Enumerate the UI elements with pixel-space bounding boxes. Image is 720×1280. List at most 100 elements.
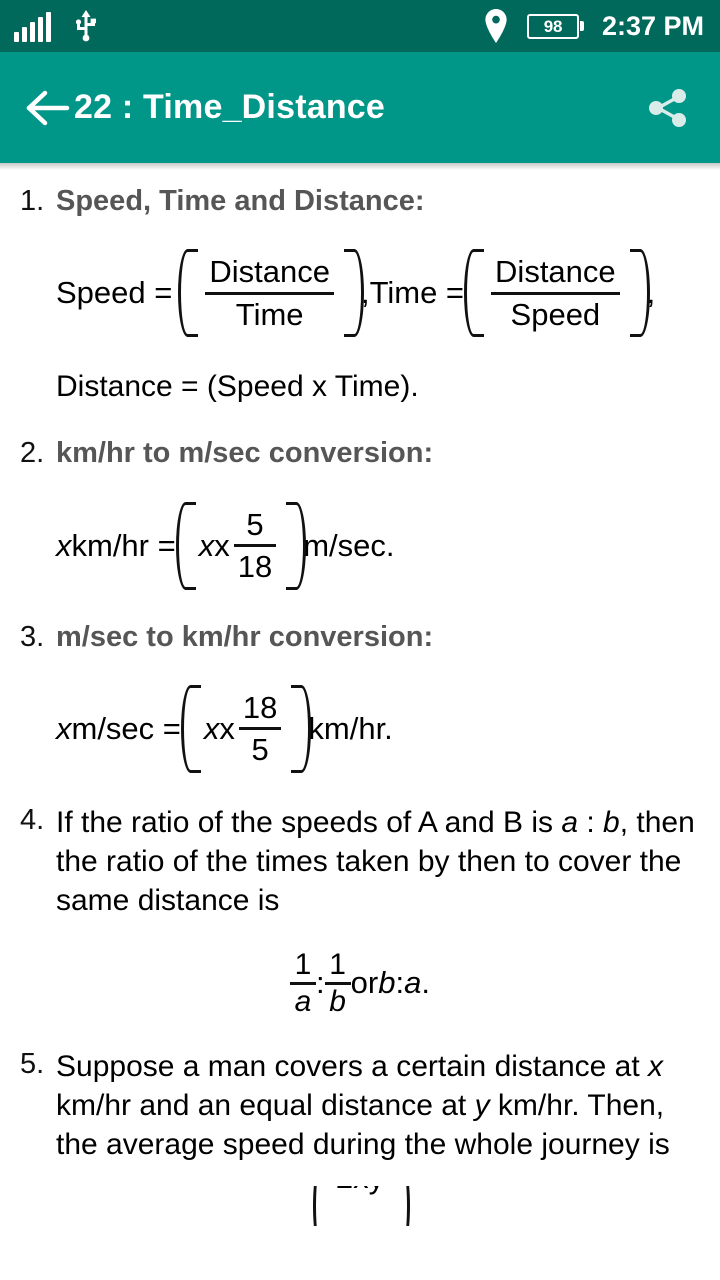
item-text-part-1: Suppose a man covers a certain distance … [56,1049,649,1083]
right-paren-icon [390,1185,411,1226]
fraction-bar [233,544,277,548]
list-item: 3. m/sec to km/hr conversion: [20,620,700,655]
left-paren-icon [464,249,485,338]
fraction-bar [491,291,620,295]
fraction-bar [238,727,282,731]
left-paren-icon [180,685,201,773]
status-bar-right-icons: 98 2:37 PM [483,0,704,52]
fraction-denominator: Time [235,296,304,332]
variable-b: b [603,805,620,839]
page-title: 22 : Time_Distance [74,88,386,126]
item-text-part-1: If the ratio of the speeds of A and B is [56,805,562,839]
item-heading: km/hr to m/sec conversion: [56,437,434,470]
formula-lhs: m/sec = [71,710,181,746]
right-paren-icon [343,249,364,338]
formula-unit: m/sec. [303,527,395,563]
ratio-colon: : [395,965,405,1001]
formula-msec-to-kmhr: x m/sec = x x 18 5 km/hr. [20,685,700,773]
formula-variable: x [198,527,215,563]
app-screen: 98 2:37 PM 22 : Time_Distance 1. Speed, … [0,0,720,1280]
list-item: 1. Speed, Time and Distance: [20,184,700,219]
item-number: 5. [20,1047,45,1080]
fraction-denominator: Speed [510,296,601,332]
left-paren-icon [312,1185,333,1226]
fraction-18-5: 18 5 [238,690,282,768]
item-number: 1. [20,185,45,217]
app-bar-shadow [0,163,720,170]
list-item: 4. If the ratio of the speeds of A and B… [20,803,700,920]
share-icon[interactable] [644,84,692,132]
item-text: If the ratio of the speeds of A and B is… [56,803,700,920]
formula-or-label: or [350,965,379,1001]
formula-ratio-times: 1 a : 1 b or b : a. [20,947,700,1018]
list-item: 5. Suppose a man covers a certain distan… [20,1047,700,1164]
fraction-denominator: 18 [237,549,273,585]
back-arrow-icon[interactable] [24,84,72,132]
variable-a: a [404,965,422,1001]
fraction-5-18: 5 18 [233,506,277,585]
item-number: 2. [20,437,45,470]
variable-x: x [648,1049,664,1083]
fraction-1-b: 1 b [324,947,351,1018]
fraction-numerator: 1 [294,947,312,981]
location-pin-icon [483,9,509,43]
parenthesis-group: x x 18 5 [180,685,312,773]
formula-numerator-partial: 2xy [336,1186,384,1196]
status-bar-clock: 2:37 PM [601,10,704,41]
fraction-denominator: a [294,984,312,1018]
signal-bars-icon [14,12,51,42]
variable-b: b [378,965,396,1001]
fraction-bar [205,291,334,295]
status-bar-left-icons [14,10,99,42]
item-number: 4. [20,803,45,836]
lesson-content: 1. Speed, Time and Distance: Speed = Dis… [0,170,720,1226]
formula-variable: x [203,710,220,746]
right-paren-icon [286,501,307,590]
parenthesis-group: Distance Time [178,249,364,338]
right-paren-icon [629,249,650,338]
fraction-1-a: 1 a [290,947,317,1018]
fraction-numerator: 5 [246,506,264,542]
formula-unit: km/hr. [308,710,393,746]
fraction-numerator: Distance [209,254,330,290]
fraction-distance-speed: Distance Speed [491,255,620,331]
item-heading: Speed, Time and Distance: [56,185,425,217]
app-bar: 22 : Time_Distance [0,52,720,163]
formula-separator: ,Time = [360,275,465,311]
usb-icon [73,10,99,42]
formula-variable: x [56,710,72,746]
fraction-numerator: Distance [495,254,616,290]
formula-average-speed-partial: 2xy [20,1185,700,1226]
item-text: Suppose a man covers a certain distance … [56,1047,700,1164]
battery-level-label: 98 [543,16,563,36]
item-text-part-2: : [578,805,604,839]
variable-a: a [561,805,579,839]
formula-period: . [421,965,430,1001]
left-paren-icon [178,249,199,338]
formula-distance: Distance = (Speed x Time). [56,370,419,404]
left-paren-icon [175,501,196,590]
parenthesis-group: 2xy [312,1185,411,1226]
item-text-part-2: km/hr and an equal distance at [56,1088,475,1122]
formula-kmhr-to-msec: x km/hr = x x 5 18 m/sec. [20,501,700,590]
fraction-numerator: 18 [242,690,278,725]
fraction-numerator: 1 [329,947,346,981]
variable-y: y [474,1088,490,1122]
fraction-distance-time: Distance Time [205,255,334,331]
formula-times: x [219,710,235,746]
formula-variable: x [56,527,72,563]
item-number: 3. [20,620,45,653]
status-bar: 98 2:37 PM [0,0,720,52]
parenthesis-group: x x 5 18 [175,501,307,590]
battery-icon: 98 [526,13,584,39]
formula-speed-time: Speed = Distance Time ,Time = Distance S… [20,249,700,338]
formula-label: Speed = [56,275,173,311]
fraction-denominator: 5 [251,732,269,768]
formula-lhs: km/hr = [71,527,176,563]
parenthesis-group: Distance Speed [464,249,650,338]
list-item: 2. km/hr to m/sec conversion: [20,436,700,471]
right-paren-icon [291,685,312,773]
item-heading: m/sec to km/hr conversion: [56,620,434,653]
formula-times: x [214,527,230,563]
fraction-denominator: b [329,984,346,1018]
